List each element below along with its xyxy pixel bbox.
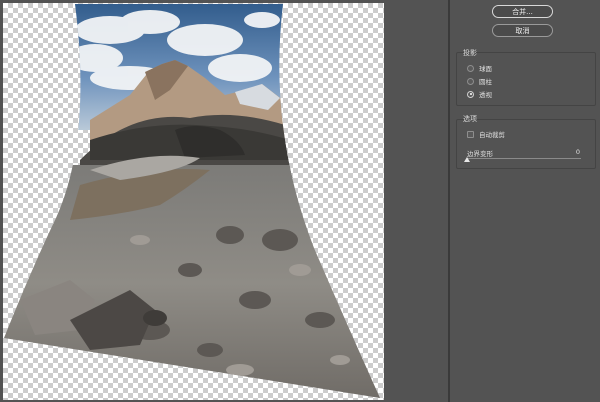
- options-group: [456, 119, 596, 169]
- projection-option-spherical[interactable]: 球面: [467, 63, 492, 73]
- boundary-warp-value[interactable]: 0: [570, 148, 580, 156]
- radio-cylindrical[interactable]: [467, 77, 474, 85]
- boundary-warp-slider-thumb[interactable]: [464, 157, 470, 162]
- properties-panel: 合并... 取消 投影 球面 圆柱 透视 选项 自动裁剪 边界变形 0: [450, 0, 600, 402]
- projection-option-label: 圆柱: [479, 78, 492, 86]
- merge-button[interactable]: 合并...: [492, 5, 553, 18]
- boundary-warp-slider-track[interactable]: [467, 158, 581, 159]
- canvas-area[interactable]: [0, 0, 448, 402]
- auto-crop-checkbox[interactable]: [467, 130, 474, 138]
- projection-option-label: 球面: [479, 65, 492, 73]
- radio-spherical[interactable]: [467, 64, 474, 72]
- projection-option-label: 透视: [479, 91, 492, 99]
- radio-perspective[interactable]: [467, 90, 474, 98]
- projection-option-perspective[interactable]: 透视: [467, 89, 492, 99]
- boundary-warp-label: 边界变形: [467, 150, 493, 158]
- panorama-preview-image: [4, 4, 380, 398]
- projection-title: 投影: [463, 49, 477, 57]
- cancel-button[interactable]: 取消: [492, 24, 553, 37]
- auto-crop-option[interactable]: 自动裁剪: [467, 129, 505, 139]
- options-title: 选项: [463, 115, 477, 123]
- auto-crop-label: 自动裁剪: [479, 131, 505, 139]
- projection-option-cylindrical[interactable]: 圆柱: [467, 76, 492, 86]
